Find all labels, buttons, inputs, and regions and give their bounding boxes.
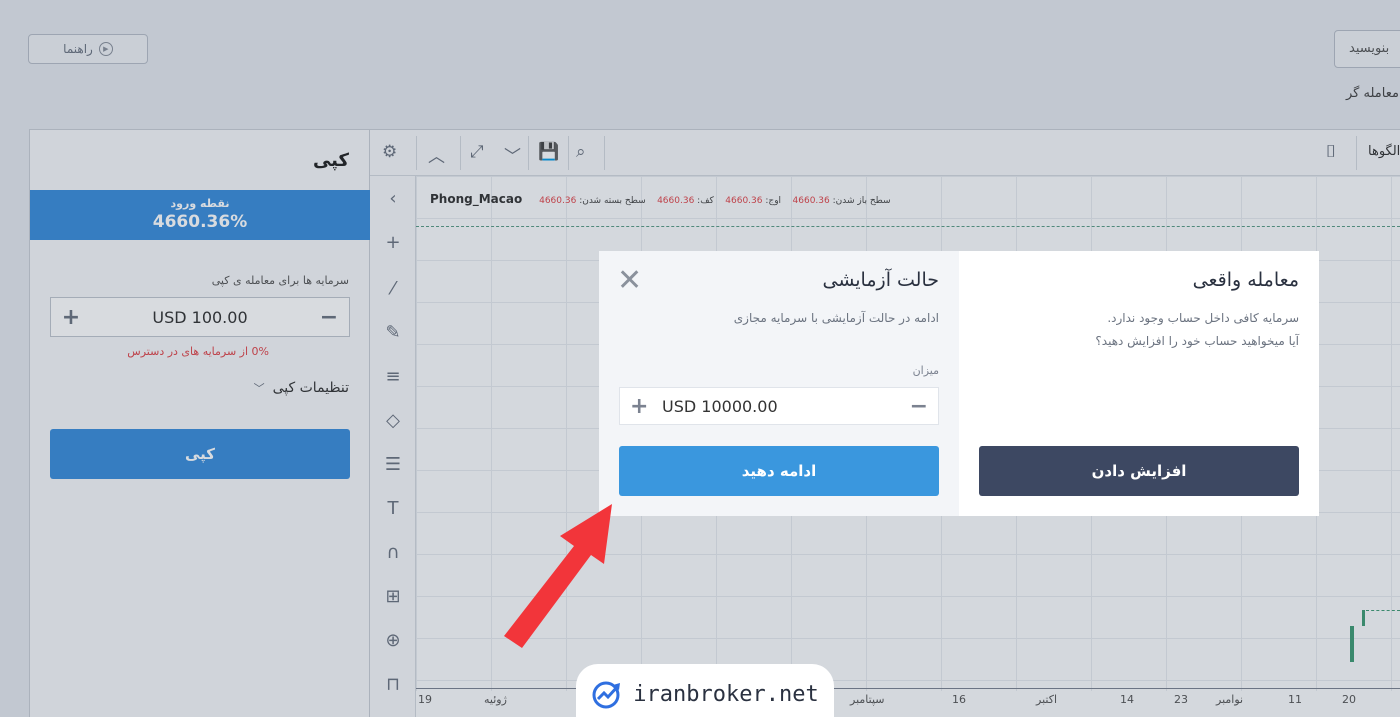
close-icon[interactable]: ✕ bbox=[617, 266, 642, 296]
minus-icon[interactable]: − bbox=[910, 394, 928, 419]
demo-title: حالت آزمایشی bbox=[822, 269, 939, 291]
increase-balance-button[interactable]: افزایش دادن bbox=[979, 446, 1299, 496]
demo-description: ادامه در حالت آزمایشی با سرمایه مجازی bbox=[733, 311, 939, 325]
real-desc-line-1: سرمایه کافی داخل حساب وجود ندارد. bbox=[1107, 311, 1299, 325]
watermark-text: iranbroker.net bbox=[633, 681, 819, 707]
growth-logo-icon bbox=[592, 681, 621, 709]
continue-button[interactable]: ادامه دهید bbox=[619, 446, 939, 496]
red-arrow-annotation bbox=[504, 504, 612, 648]
demo-amount-value[interactable]: USD 10000.00 bbox=[662, 397, 910, 416]
real-title: معامله واقعی bbox=[1192, 269, 1299, 291]
real-description: سرمایه کافی داخل حساب وجود ندارد. آیا می… bbox=[1095, 307, 1299, 353]
plus-icon[interactable]: + bbox=[630, 394, 650, 419]
watermark: iranbroker.net bbox=[576, 664, 834, 717]
demo-amount-stepper[interactable]: + USD 10000.00 − bbox=[619, 387, 939, 425]
real-trade-panel: معامله واقعی سرمایه کافی داخل حساب وجود … bbox=[959, 251, 1319, 516]
demo-mode-panel: ✕ حالت آزمایشی ادامه در حالت آزمایشی با … bbox=[599, 251, 959, 516]
real-desc-line-2: آیا میخواهید حساب خود را افزایش دهید؟ bbox=[1095, 334, 1299, 348]
amount-label: میزان bbox=[912, 364, 939, 377]
